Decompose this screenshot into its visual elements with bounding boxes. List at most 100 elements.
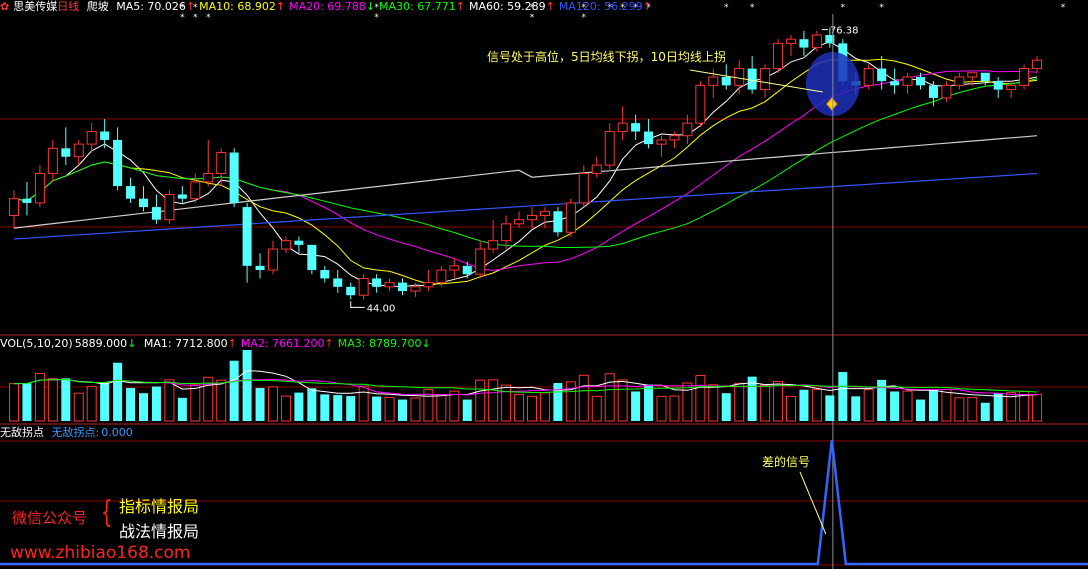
volume-bar xyxy=(9,383,19,422)
star-marker: * xyxy=(180,13,185,23)
candle-body xyxy=(863,68,874,86)
candle-body xyxy=(34,173,45,204)
ma-legend-item: MA5: 70.026 xyxy=(116,0,186,13)
volume-bar xyxy=(514,393,525,422)
volume-bar xyxy=(268,386,278,422)
ma-legend-item: MA60: 59.289 xyxy=(468,0,546,13)
volume-bar xyxy=(216,379,227,422)
candle-body xyxy=(539,210,550,216)
candle-body xyxy=(786,38,796,44)
period-label[interactable]: 日线 xyxy=(57,0,79,13)
candle-body xyxy=(294,240,304,245)
ma-legend: MA5: 70.026↑ MA10: 68.902↑ MA20: 69.788↓ MA… xyxy=(116,0,656,13)
ma-legend-arrow: ↑ xyxy=(642,0,652,13)
vol-ma-legend-arrow: ↑ xyxy=(227,337,237,350)
ma-legend-item: MA10: 68.902 xyxy=(199,0,276,13)
star-marker: * xyxy=(374,13,379,23)
signal-annotation: 信号处于高位，5日均线下拐，10日均线上拐 xyxy=(487,49,726,64)
app-icon: ✿ xyxy=(0,0,10,13)
volume-bar xyxy=(501,384,512,422)
volume-bar xyxy=(825,395,835,421)
vol-ma-legend: MA1: 7712.800↑ MA2: 7661.200↑ MA3: 8789.70… xyxy=(144,337,435,350)
volume-bar xyxy=(682,382,693,422)
candle-body xyxy=(682,122,693,137)
candle-body xyxy=(384,282,395,288)
candle-body xyxy=(734,68,745,86)
volume-bar xyxy=(126,387,136,421)
volume-bar xyxy=(591,395,602,422)
volume-bar xyxy=(863,389,874,422)
volume-bar xyxy=(786,395,796,422)
candle-body xyxy=(333,278,343,287)
volume-bar xyxy=(73,392,84,422)
vol-header: VOL(5,10,20) 5889.000↓ MA1: 7712.800↑ MA2:… xyxy=(0,337,439,350)
volume-bar xyxy=(139,393,148,421)
candle-body xyxy=(954,76,965,86)
candle-body xyxy=(216,152,227,174)
candle-body xyxy=(398,282,407,292)
candle-body xyxy=(268,248,278,271)
volume-bar xyxy=(539,392,550,422)
candle-body xyxy=(631,123,641,132)
candle-body xyxy=(203,173,214,183)
candle-body xyxy=(980,72,990,82)
candle-body xyxy=(61,148,71,157)
candle-body xyxy=(436,269,447,284)
candle-body xyxy=(139,198,148,208)
volume-bar xyxy=(398,399,407,421)
candle-body xyxy=(527,214,537,221)
volume-bar xyxy=(644,384,654,421)
candle-body xyxy=(760,68,771,91)
ma-legend-arrow: ↑ xyxy=(455,0,465,13)
volume-bar xyxy=(721,393,731,421)
candle-body xyxy=(695,84,706,124)
candle-body xyxy=(553,211,563,233)
formula-name[interactable]: 爬坡 xyxy=(87,0,109,13)
volume-bar xyxy=(242,350,252,421)
stock-name: 思美传媒 xyxy=(13,0,58,13)
watermark-brace: { xyxy=(101,495,113,530)
candle-body xyxy=(644,131,654,145)
star-marker: * xyxy=(1061,3,1066,13)
candle-body xyxy=(164,193,175,221)
watermark-url[interactable]: www.zhibiao168.com xyxy=(10,543,190,563)
volume-bar xyxy=(410,397,421,422)
volume-bar xyxy=(734,382,745,422)
star-marker: * xyxy=(206,13,211,23)
low-marker xyxy=(350,301,365,308)
volume-bar xyxy=(527,395,537,422)
volume-bar xyxy=(773,381,784,422)
volume-bar xyxy=(851,396,861,421)
ma-legend-arrow: ↑ xyxy=(185,0,196,13)
ma-line xyxy=(13,78,1038,249)
main-header: ✿ 思美传媒日线 爬坡 MA5: 70.026↑ MA10: 68.902↑ MA20… xyxy=(0,0,660,14)
volume-bar xyxy=(475,379,486,422)
volume-bar xyxy=(280,395,291,422)
candle-body xyxy=(708,76,719,86)
volume-bar xyxy=(941,388,952,422)
volume-bar xyxy=(656,395,667,422)
volume-bar xyxy=(307,388,317,421)
volume-bar xyxy=(838,372,848,421)
ma-legend-arrow: ↑ xyxy=(275,0,286,13)
volume-bar xyxy=(967,397,978,422)
candle-body xyxy=(928,85,938,98)
candle-body xyxy=(890,81,900,86)
low-price-label: 44.00 xyxy=(367,303,396,314)
volume-bar xyxy=(86,386,97,422)
indicator-name: 无敌拐点 xyxy=(0,426,44,439)
chart-canvas[interactable]: 76.38 44.00 信号处于高位，5日均线下拐，10日均线上拐 * * * * * * * * *… xyxy=(0,0,1088,569)
candle-body xyxy=(656,139,667,145)
ma-legend-item: MA20: 69.788 xyxy=(289,0,366,13)
candle-body xyxy=(475,248,486,275)
candle-body xyxy=(916,76,925,86)
volume-bars xyxy=(9,350,1043,422)
volume-bar xyxy=(100,383,110,421)
candle-body xyxy=(372,278,382,287)
star-marker: * xyxy=(879,3,884,13)
volume-bar xyxy=(708,384,719,422)
star-marker: * xyxy=(750,3,755,13)
candle-body xyxy=(320,270,330,279)
volume-bar xyxy=(799,389,809,421)
ma-line xyxy=(13,70,1038,272)
